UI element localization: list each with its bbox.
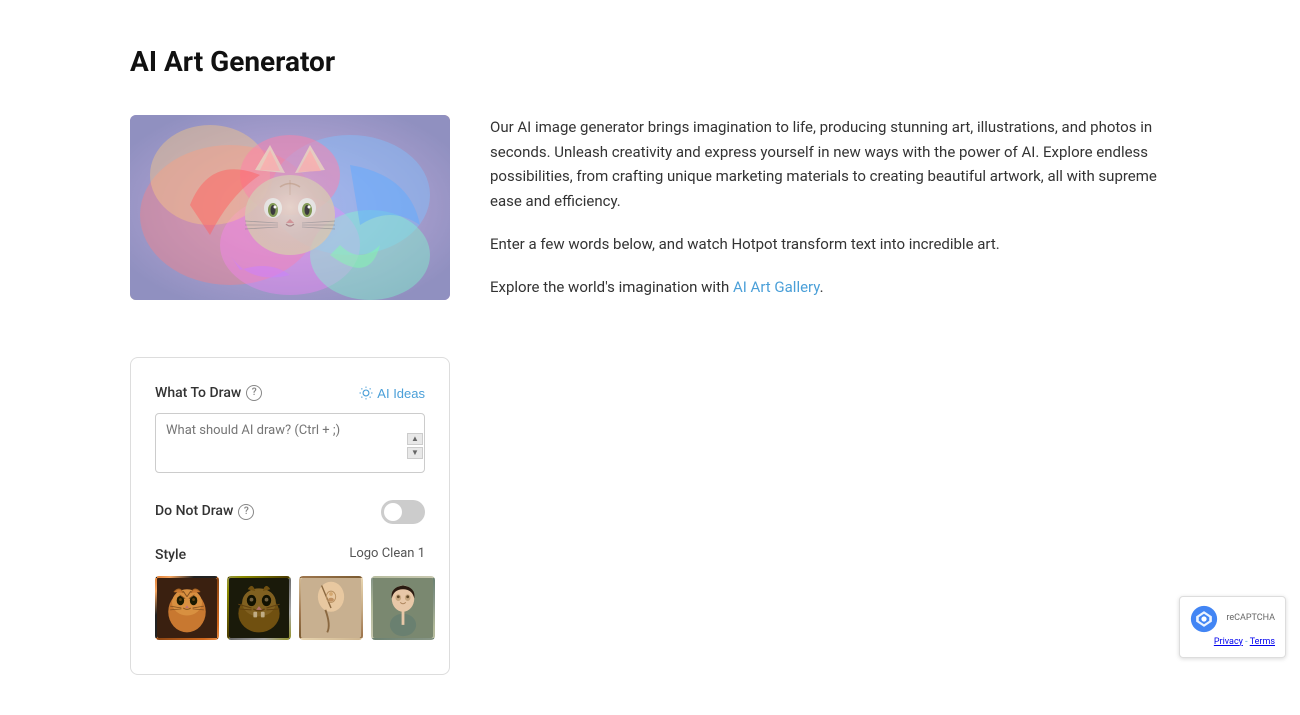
- recaptcha-links: Privacy - Terms: [1214, 635, 1275, 649]
- description-paragraph-1: Our AI image generator brings imaginatio…: [490, 115, 1170, 214]
- beast-thumb-svg: [229, 578, 289, 638]
- style-section: Style Logo Clean 1: [155, 544, 425, 640]
- page-title: AI Art Generator: [130, 40, 1170, 85]
- scrollbar-arrows: ▲ ▼: [407, 433, 423, 459]
- recaptcha-top: reCAPTCHA: [1190, 605, 1275, 633]
- violin-thumb-svg: [301, 578, 361, 638]
- style-label: Style: [155, 544, 186, 566]
- what-to-draw-section: What To Draw ? AI Ideas ▲ ▼: [155, 382, 425, 479]
- style-header: Style Logo Clean 1: [155, 544, 425, 566]
- toggle-slider: [381, 500, 425, 524]
- do-not-draw-toggle[interactable]: [381, 500, 425, 524]
- style-thumb-woman[interactable]: [371, 576, 435, 640]
- do-not-draw-label: Do Not Draw ?: [155, 500, 254, 522]
- recaptcha-badge: reCAPTCHA Privacy - Terms: [1179, 596, 1286, 658]
- recaptcha-logo-icon: [1190, 605, 1218, 633]
- style-thumb-violin[interactable]: [299, 576, 363, 640]
- description-section: Our AI image generator brings imaginatio…: [490, 115, 1170, 318]
- what-to-draw-textarea[interactable]: [155, 413, 425, 473]
- what-to-draw-label-row: What To Draw ? AI Ideas: [155, 382, 425, 404]
- style-thumbnails: [155, 576, 425, 640]
- what-to-draw-help-icon[interactable]: ?: [246, 385, 262, 401]
- recaptcha-privacy-link[interactable]: Privacy: [1214, 637, 1243, 647]
- style-thumb-beast[interactable]: [227, 576, 291, 640]
- do-not-draw-row: Do Not Draw ?: [155, 500, 425, 524]
- top-section: Our AI image generator brings imaginatio…: [130, 115, 1170, 318]
- page-wrapper: AI Art Generator: [100, 0, 1200, 715]
- scroll-down-arrow[interactable]: ▼: [407, 447, 423, 459]
- ai-ideas-button[interactable]: AI Ideas: [359, 386, 425, 401]
- hero-image-container: [130, 115, 450, 300]
- description-paragraph-3: Explore the world's imagination with AI …: [490, 275, 1170, 300]
- recaptcha-text: reCAPTCHA: [1226, 611, 1275, 625]
- style-thumb-tiger[interactable]: [155, 576, 219, 640]
- recaptcha-terms-link[interactable]: Terms: [1250, 637, 1275, 647]
- do-not-draw-help-icon[interactable]: ?: [238, 504, 254, 520]
- scroll-up-arrow[interactable]: ▲: [407, 433, 423, 445]
- woman-thumb-svg: [373, 578, 433, 638]
- textarea-wrapper: ▲ ▼: [155, 413, 425, 480]
- form-card: What To Draw ? AI Ideas ▲ ▼: [130, 357, 450, 675]
- cat-artwork-svg: [130, 115, 450, 300]
- bulb-icon: [359, 386, 373, 400]
- what-to-draw-label: What To Draw ?: [155, 382, 262, 404]
- style-value: Logo Clean 1: [349, 544, 425, 565]
- ai-art-gallery-link[interactable]: AI Art Gallery: [733, 278, 820, 296]
- tiger-thumb-svg: [157, 578, 217, 638]
- hero-image: [130, 115, 450, 300]
- description-paragraph-2: Enter a few words below, and watch Hotpo…: [490, 232, 1170, 257]
